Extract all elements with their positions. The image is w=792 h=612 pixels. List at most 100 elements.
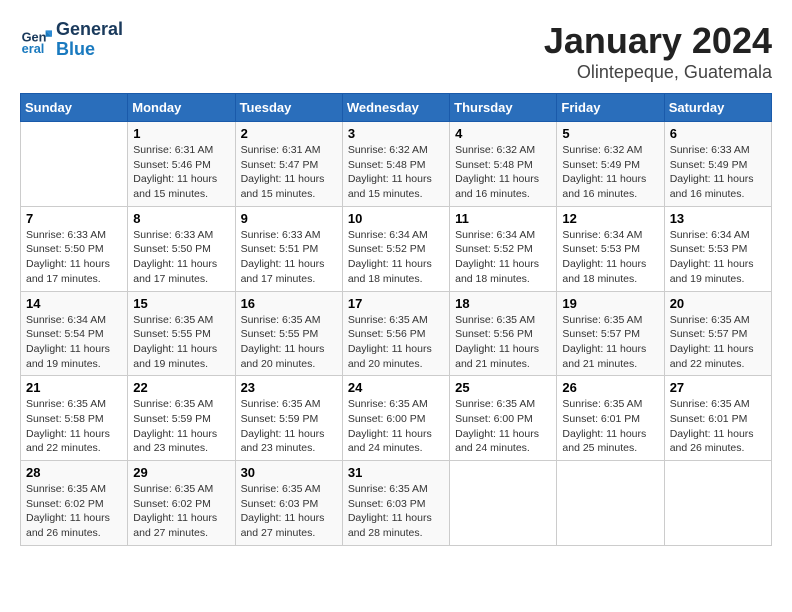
day-info: Sunrise: 6:31 AM Sunset: 5:46 PM Dayligh… (133, 143, 229, 202)
calendar-cell: 14 Sunrise: 6:34 AM Sunset: 5:54 PM Dayli… (21, 291, 128, 376)
calendar-cell: 21Sunrise: 6:35 AM Sunset: 5:58 PM Dayli… (21, 376, 128, 461)
calendar-cell: 1 Sunrise: 6:31 AM Sunset: 5:46 PM Daylig… (128, 122, 235, 207)
day-number: 6 (670, 126, 766, 141)
day-info: Sunrise: 6:35 AM Sunset: 6:00 PM Dayligh… (348, 397, 444, 456)
day-number: 8 (133, 211, 229, 226)
header-thursday: Thursday (450, 94, 557, 122)
day-number: 25 (455, 380, 551, 395)
day-number: 4 (455, 126, 551, 141)
calendar-cell: 12 Sunrise: 6:34 AM Sunset: 5:53 PM Dayli… (557, 206, 664, 291)
day-info: Sunrise: 6:35 AM Sunset: 5:58 PM Dayligh… (26, 397, 122, 456)
day-number: 12 (562, 211, 658, 226)
logo: Gen eral General Blue (20, 20, 123, 60)
calendar-week-4: 21Sunrise: 6:35 AM Sunset: 5:58 PM Dayli… (21, 376, 772, 461)
day-info: Sunrise: 6:35 AM Sunset: 5:59 PM Dayligh… (241, 397, 337, 456)
header-monday: Monday (128, 94, 235, 122)
calendar-cell: 6Sunrise: 6:33 AM Sunset: 5:49 PM Daylig… (664, 122, 771, 207)
title-block: January 2024 Olintepeque, Guatemala (544, 20, 772, 83)
header-tuesday: Tuesday (235, 94, 342, 122)
calendar-cell (450, 461, 557, 546)
day-number: 19 (562, 296, 658, 311)
calendar-cell: 2Sunrise: 6:31 AM Sunset: 5:47 PM Daylig… (235, 122, 342, 207)
calendar-cell: 4Sunrise: 6:32 AM Sunset: 5:48 PM Daylig… (450, 122, 557, 207)
calendar-cell: 26 Sunrise: 6:35 AM Sunset: 6:01 PM Dayli… (557, 376, 664, 461)
day-number: 29 (133, 465, 229, 480)
day-number: 1 (133, 126, 229, 141)
calendar-week-1: 1 Sunrise: 6:31 AM Sunset: 5:46 PM Daylig… (21, 122, 772, 207)
calendar-cell: 31 Sunrise: 6:35 AM Sunset: 6:03 PM Dayli… (342, 461, 449, 546)
day-info: Sunrise: 6:35 AM Sunset: 6:00 PM Dayligh… (455, 397, 551, 456)
day-number: 7 (26, 211, 122, 226)
logo-line2: Blue (56, 40, 123, 60)
calendar-cell: 16 Sunrise: 6:35 AM Sunset: 5:55 PM Dayli… (235, 291, 342, 376)
calendar-cell: 9 Sunrise: 6:33 AM Sunset: 5:51 PM Daylig… (235, 206, 342, 291)
day-info: Sunrise: 6:35 AM Sunset: 6:01 PM Dayligh… (562, 397, 658, 456)
day-info: Sunrise: 6:33 AM Sunset: 5:50 PM Dayligh… (26, 228, 122, 287)
calendar-cell: 23Sunrise: 6:35 AM Sunset: 5:59 PM Dayli… (235, 376, 342, 461)
calendar-table: Sunday Monday Tuesday Wednesday Thursday… (20, 93, 772, 546)
day-number: 28 (26, 465, 122, 480)
calendar-cell (557, 461, 664, 546)
svg-text:eral: eral (22, 41, 45, 56)
day-info: Sunrise: 6:34 AM Sunset: 5:53 PM Dayligh… (562, 228, 658, 287)
calendar-week-3: 14 Sunrise: 6:34 AM Sunset: 5:54 PM Dayli… (21, 291, 772, 376)
header-sunday: Sunday (21, 94, 128, 122)
day-info: Sunrise: 6:34 AM Sunset: 5:52 PM Dayligh… (455, 228, 551, 287)
header-friday: Friday (557, 94, 664, 122)
day-info: Sunrise: 6:35 AM Sunset: 5:56 PM Dayligh… (455, 313, 551, 372)
day-number: 27 (670, 380, 766, 395)
calendar-cell: 25 Sunrise: 6:35 AM Sunset: 6:00 PM Dayli… (450, 376, 557, 461)
day-number: 9 (241, 211, 337, 226)
calendar-cell: 19Sunrise: 6:35 AM Sunset: 5:57 PM Dayli… (557, 291, 664, 376)
day-info: Sunrise: 6:35 AM Sunset: 6:02 PM Dayligh… (133, 482, 229, 541)
day-info: Sunrise: 6:35 AM Sunset: 6:02 PM Dayligh… (26, 482, 122, 541)
day-number: 24 (348, 380, 444, 395)
day-info: Sunrise: 6:34 AM Sunset: 5:54 PM Dayligh… (26, 313, 122, 372)
day-number: 14 (26, 296, 122, 311)
calendar-cell: 8 Sunrise: 6:33 AM Sunset: 5:50 PM Daylig… (128, 206, 235, 291)
day-number: 5 (562, 126, 658, 141)
day-info: Sunrise: 6:33 AM Sunset: 5:50 PM Dayligh… (133, 228, 229, 287)
day-info: Sunrise: 6:35 AM Sunset: 5:55 PM Dayligh… (241, 313, 337, 372)
day-info: Sunrise: 6:33 AM Sunset: 5:51 PM Dayligh… (241, 228, 337, 287)
calendar-cell: 11 Sunrise: 6:34 AM Sunset: 5:52 PM Dayli… (450, 206, 557, 291)
calendar-cell: 20Sunrise: 6:35 AM Sunset: 5:57 PM Dayli… (664, 291, 771, 376)
calendar-title: January 2024 (544, 20, 772, 62)
day-info: Sunrise: 6:35 AM Sunset: 6:03 PM Dayligh… (348, 482, 444, 541)
day-info: Sunrise: 6:35 AM Sunset: 5:59 PM Dayligh… (133, 397, 229, 456)
day-number: 17 (348, 296, 444, 311)
calendar-cell: 29 Sunrise: 6:35 AM Sunset: 6:02 PM Dayli… (128, 461, 235, 546)
calendar-week-5: 28 Sunrise: 6:35 AM Sunset: 6:02 PM Dayli… (21, 461, 772, 546)
day-number: 16 (241, 296, 337, 311)
day-number: 26 (562, 380, 658, 395)
day-info: Sunrise: 6:32 AM Sunset: 5:49 PM Dayligh… (562, 143, 658, 202)
calendar-cell: 17 Sunrise: 6:35 AM Sunset: 5:56 PM Dayli… (342, 291, 449, 376)
calendar-cell: 3Sunrise: 6:32 AM Sunset: 5:48 PM Daylig… (342, 122, 449, 207)
day-number: 13 (670, 211, 766, 226)
calendar-cell: 15 Sunrise: 6:35 AM Sunset: 5:55 PM Dayli… (128, 291, 235, 376)
logo-line1: General (56, 20, 123, 40)
day-info: Sunrise: 6:31 AM Sunset: 5:47 PM Dayligh… (241, 143, 337, 202)
calendar-subtitle: Olintepeque, Guatemala (544, 62, 772, 83)
day-info: Sunrise: 6:35 AM Sunset: 6:03 PM Dayligh… (241, 482, 337, 541)
day-number: 22 (133, 380, 229, 395)
day-number: 30 (241, 465, 337, 480)
day-info: Sunrise: 6:35 AM Sunset: 6:01 PM Dayligh… (670, 397, 766, 456)
header-saturday: Saturday (664, 94, 771, 122)
day-info: Sunrise: 6:34 AM Sunset: 5:52 PM Dayligh… (348, 228, 444, 287)
calendar-cell: 13Sunrise: 6:34 AM Sunset: 5:53 PM Dayli… (664, 206, 771, 291)
calendar-cell: 10 Sunrise: 6:34 AM Sunset: 5:52 PM Dayli… (342, 206, 449, 291)
day-number: 20 (670, 296, 766, 311)
calendar-cell: 24 Sunrise: 6:35 AM Sunset: 6:00 PM Dayli… (342, 376, 449, 461)
day-info: Sunrise: 6:32 AM Sunset: 5:48 PM Dayligh… (348, 143, 444, 202)
logo-icon: Gen eral (20, 24, 52, 56)
day-number: 11 (455, 211, 551, 226)
calendar-cell: 5 Sunrise: 6:32 AM Sunset: 5:49 PM Daylig… (557, 122, 664, 207)
day-number: 31 (348, 465, 444, 480)
day-info: Sunrise: 6:35 AM Sunset: 5:56 PM Dayligh… (348, 313, 444, 372)
day-info: Sunrise: 6:35 AM Sunset: 5:55 PM Dayligh… (133, 313, 229, 372)
day-number: 18 (455, 296, 551, 311)
day-number: 10 (348, 211, 444, 226)
day-number: 15 (133, 296, 229, 311)
calendar-week-2: 7 Sunrise: 6:33 AM Sunset: 5:50 PM Daylig… (21, 206, 772, 291)
